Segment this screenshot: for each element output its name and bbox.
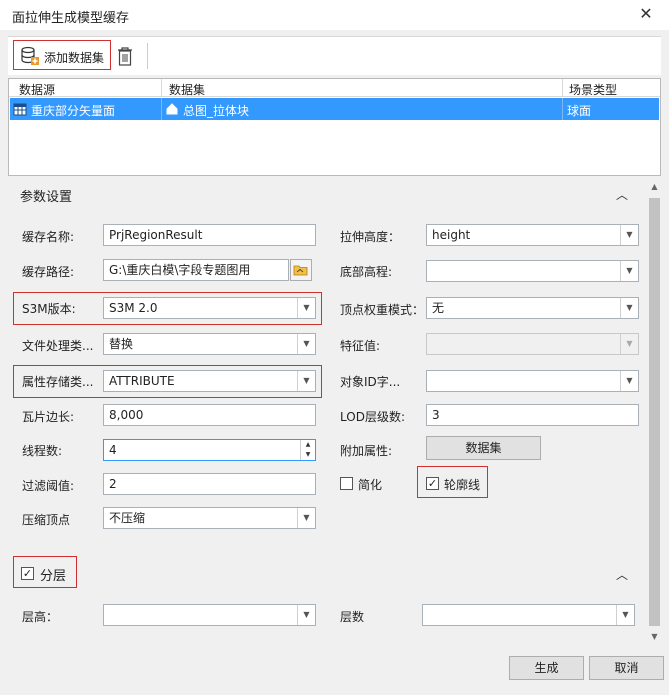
col-dataset[interactable]: 数据集	[169, 81, 205, 98]
chevron-down-icon: ▼	[297, 334, 315, 354]
stepper-down-icon: ▼	[305, 451, 311, 458]
extra-attr-label: 附加属性:	[340, 444, 393, 458]
scroll-down-icon[interactable]: ▼	[648, 630, 661, 644]
chevron-down-icon: ▼	[620, 371, 638, 391]
simplify-label: 简化	[358, 478, 383, 492]
cancel-button[interactable]: 取消	[589, 656, 664, 680]
table-row[interactable]: 重庆部分矢量面 总图_拉体块 球面	[10, 98, 659, 120]
title-bar: 面拉伸生成模型缓存 ✕	[0, 0, 669, 30]
filter-threshold-input[interactable]: 2	[103, 473, 316, 495]
chevron-down-icon: ▼	[620, 334, 638, 354]
simplify-checkbox[interactable]	[340, 477, 353, 490]
chevron-down-icon: ▼	[620, 261, 638, 281]
dataset-table: 数据源 数据集 场景类型 重庆部分矢量面 总图_拉体块 球面	[8, 78, 661, 176]
chevron-down-icon: ▼	[620, 298, 638, 318]
dialog-window: 面拉伸生成模型缓存 ✕ 添加数据集 数据源 数据集 场景类型 重庆部分矢量面 总…	[0, 0, 669, 695]
chevron-down-icon: ▼	[620, 225, 638, 245]
stepper-arrows[interactable]: ▲ ▼	[300, 440, 315, 460]
chevron-down-icon: ▼	[297, 371, 315, 391]
scroll-up-icon[interactable]: ▲	[648, 180, 661, 194]
layer-section-title: 分层	[40, 569, 67, 584]
close-icon[interactable]: ✕	[636, 4, 656, 24]
extrude-height-label: 拉伸高度：	[340, 230, 401, 244]
row-scene: 球面	[567, 104, 592, 118]
region-dataset-icon	[166, 103, 178, 115]
window-title: 面拉伸生成模型缓存	[12, 11, 130, 26]
filter-threshold-label: 过滤阈值:	[22, 479, 75, 493]
cache-path-label: 缓存路径:	[22, 265, 75, 279]
layer-checkbox[interactable]: ✓	[21, 567, 34, 580]
table-header: 数据源 数据集 场景类型	[9, 79, 660, 97]
vertex-weight-label: 顶点权重模式：	[340, 303, 425, 317]
lod-levels-input[interactable]: 3	[426, 404, 639, 426]
scrollbar-thumb[interactable]	[649, 198, 660, 626]
generate-button[interactable]: 生成	[509, 656, 584, 680]
feature-value-label: 特征值:	[340, 339, 381, 353]
datasource-icon	[13, 103, 27, 116]
base-elevation-select[interactable]: ▼	[426, 260, 639, 282]
vertex-weight-select[interactable]: 无 ▼	[426, 297, 639, 319]
params-title: 参数设置	[20, 190, 73, 205]
s3m-version-select[interactable]: S3M 2.0 ▼	[103, 297, 316, 319]
lod-levels-label: LOD层级数:	[340, 410, 405, 424]
layer-count-select[interactable]: ▼	[422, 604, 635, 626]
thread-count-stepper[interactable]: 4 ▲ ▼	[103, 439, 316, 461]
chevron-down-icon: ▼	[616, 605, 634, 625]
feature-value-select: ▼	[426, 333, 639, 355]
add-dataset-label: 添加数据集	[44, 51, 105, 65]
tile-size-input[interactable]: 8,000	[103, 404, 316, 426]
toolbar-separator	[147, 43, 148, 69]
toolbar: 添加数据集	[8, 36, 661, 75]
chevron-down-icon: ▼	[297, 605, 315, 625]
file-handling-select[interactable]: 替换 ▼	[103, 333, 316, 355]
cache-path-input[interactable]: G:\重庆白模\字段专题图用	[103, 259, 289, 281]
browse-folder-button[interactable]	[290, 259, 312, 281]
add-dataset-button[interactable]: 添加数据集	[13, 40, 111, 70]
extrude-height-select[interactable]: height ▼	[426, 224, 639, 246]
cell-divider	[562, 98, 563, 120]
layer-height-label: 层高：	[22, 610, 59, 624]
object-id-select[interactable]: ▼	[426, 370, 639, 392]
column-divider[interactable]	[562, 79, 563, 96]
params-panel: 参数设置 ︿ 缓存名称: PrjRegionResult 缓存路径: G:\重庆…	[8, 176, 661, 646]
collapse-icon[interactable]: ︿	[616, 566, 628, 583]
attr-storage-label: 属性存储类...	[22, 375, 94, 389]
vertical-scrollbar[interactable]: ▲ ▼	[648, 180, 661, 646]
database-add-icon	[21, 46, 39, 65]
column-divider[interactable]	[161, 79, 162, 96]
layer-count-label: 层数	[340, 610, 365, 624]
row-dataset: 总图_拉体块	[183, 104, 250, 118]
row-source: 重庆部分矢量面	[31, 104, 116, 118]
attr-storage-select[interactable]: ATTRIBUTE ▼	[103, 370, 316, 392]
cache-name-input[interactable]: PrjRegionResult	[103, 224, 316, 246]
object-id-label: 对象ID字...	[340, 375, 401, 389]
s3m-version-label: S3M版本:	[22, 302, 76, 316]
stepper-up-icon: ▲	[305, 441, 311, 448]
chevron-down-icon: ▼	[297, 508, 315, 528]
tile-size-label: 瓦片边长:	[22, 410, 75, 424]
extra-attr-dataset-button[interactable]: 数据集	[426, 436, 541, 460]
col-source[interactable]: 数据源	[19, 81, 55, 98]
thread-count-label: 线程数:	[22, 444, 63, 458]
file-handling-label: 文件处理类...	[22, 339, 94, 353]
cell-divider	[161, 98, 162, 120]
outline-checkbox[interactable]: ✓	[426, 477, 439, 490]
compress-vertex-select[interactable]: 不压缩 ▼	[103, 507, 316, 529]
chevron-down-icon: ▼	[297, 298, 315, 318]
col-scene[interactable]: 场景类型	[569, 81, 617, 98]
compress-vertex-label: 压缩顶点	[22, 513, 71, 527]
outline-label: 轮廓线	[444, 478, 481, 492]
base-elevation-label: 底部高程:	[340, 265, 393, 279]
cache-name-label: 缓存名称:	[22, 230, 75, 244]
folder-icon	[293, 265, 308, 276]
layer-height-select[interactable]: ▼	[103, 604, 316, 626]
trash-icon[interactable]	[116, 46, 134, 66]
collapse-icon[interactable]: ︿	[616, 186, 628, 203]
